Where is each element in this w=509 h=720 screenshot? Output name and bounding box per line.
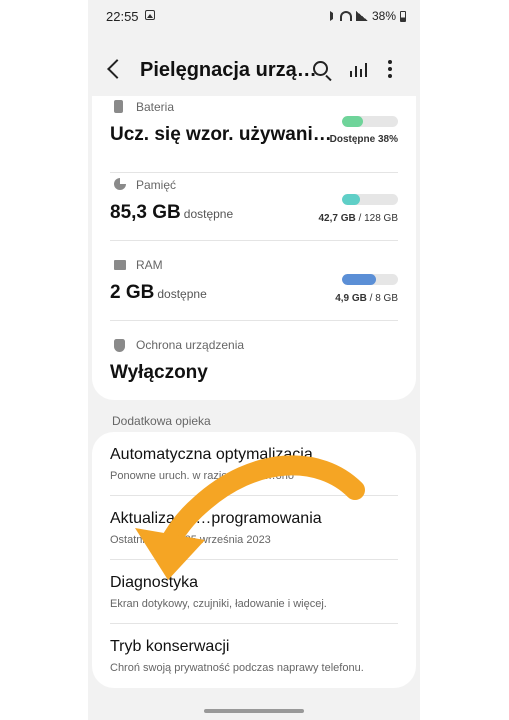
- battery-label: Bateria: [136, 100, 175, 114]
- storage-usage-bar-fill: [342, 194, 361, 205]
- battery-value: Ucz. się wzor. używani…: [110, 124, 332, 145]
- item-subtitle: Chroń swoją prywatność podczas naprawy t…: [110, 662, 364, 674]
- ram-usage-bar-fill: [342, 274, 377, 285]
- shield-icon: [114, 339, 125, 352]
- section-header-additional-care: Dodatkowa opieka: [112, 414, 211, 428]
- storage-label: Pamięć: [136, 178, 177, 192]
- page-title: Pielęgnacja urzą…: [140, 59, 317, 81]
- back-arrow-icon[interactable]: [107, 59, 127, 79]
- diagnostics-item[interactable]: Diagnostyka Ekran dotykowy, czujniki, ła…: [92, 560, 416, 624]
- ram-usage-bar: [342, 274, 398, 285]
- additional-care-card: Automatyczna optymalizacja Ponowne uruch…: [92, 432, 416, 688]
- more-options-icon[interactable]: [388, 60, 392, 78]
- item-subtitle: Ponowne uruch. w razie p… … …ono: [110, 470, 295, 482]
- mute-icon: [329, 11, 336, 21]
- item-title: Aktualiza… …programowania: [110, 510, 322, 527]
- storage-usage-note: 42,7 GB / 128 GB: [318, 213, 399, 224]
- battery-icon: [400, 10, 406, 22]
- pie-chart-icon: [114, 178, 126, 190]
- storage-usage-bar: [342, 194, 398, 205]
- ram-label: RAM: [136, 258, 163, 272]
- wifi-icon: [339, 11, 352, 21]
- app-bar: Pielęgnacja urzą…: [88, 50, 420, 90]
- device-protection-value: Wyłączony: [110, 362, 208, 383]
- ram-icon: [114, 260, 126, 270]
- status-bar: 22:55 38%: [88, 0, 420, 32]
- battery-usage-bar-fill: [342, 116, 364, 127]
- phone-screen: 22:55 38% Pielęgnacja urzą… Bateria Ucz.…: [88, 0, 420, 720]
- signal-icon: [355, 11, 368, 21]
- item-subtitle: Ekran dotykowy, czujniki, ładowanie i wi…: [110, 598, 327, 610]
- search-icon[interactable]: [313, 61, 328, 76]
- item-subtitle: Ostatnio s… …25 września 2023: [110, 534, 271, 546]
- software-update-item[interactable]: Aktualiza… …programowania Ostatnio s… …2…: [92, 496, 416, 560]
- overview-card: Bateria Ucz. się wzor. używani… Dostępne…: [92, 96, 416, 400]
- ram-usage-note: 4,9 GB / 8 GB: [335, 293, 398, 304]
- battery-usage-bar: [342, 116, 398, 127]
- battery-available-note: Dostępne 38%: [329, 134, 398, 145]
- maintenance-mode-item[interactable]: Tryb konserwacji Chroń swoją prywatność …: [92, 624, 416, 688]
- status-indicators: 38%: [329, 9, 406, 23]
- auto-optimization-item[interactable]: Automatyczna optymalizacja Ponowne uruch…: [92, 432, 416, 496]
- storage-value: 85,3 GB dostępne: [110, 202, 234, 223]
- battery-section[interactable]: Bateria Ucz. się wzor. używani… Dostępne…: [92, 96, 416, 166]
- device-protection-label: Ochrona urządzenia: [136, 338, 245, 352]
- item-title: Automatyczna optymalizacja: [110, 446, 313, 463]
- divider: [110, 320, 398, 321]
- battery-small-icon: [114, 100, 123, 113]
- home-gesture-handle[interactable]: [204, 709, 304, 713]
- stats-icon[interactable]: [350, 63, 367, 77]
- gallery-icon: [145, 10, 155, 20]
- divider: [110, 172, 398, 173]
- battery-percent: 38%: [371, 9, 396, 23]
- device-protection-section[interactable]: Ochrona urządzenia Wyłączony: [92, 334, 416, 400]
- item-title: Tryb konserwacji: [110, 638, 230, 655]
- divider: [110, 240, 398, 241]
- item-title: Diagnostyka: [110, 574, 199, 591]
- ram-value: 2 GB dostępne: [110, 282, 207, 303]
- status-time: 22:55: [106, 9, 139, 24]
